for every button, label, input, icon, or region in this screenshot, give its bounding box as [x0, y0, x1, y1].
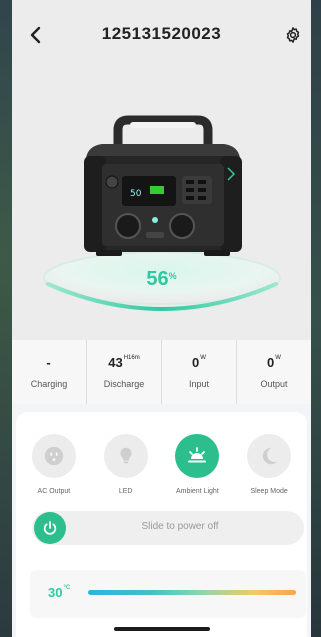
stat-value: 0W: [267, 355, 281, 370]
battery-percent: 56%: [12, 268, 311, 291]
battery-percent-value: 56: [146, 268, 169, 290]
mode-sleep-button[interactable]: [247, 434, 292, 478]
stat-input: 0W Input: [162, 340, 237, 404]
outlet-icon: [44, 446, 64, 466]
mode-buttons: AC Output LED Ambient Light Sleep Mode: [16, 434, 307, 495]
color-gradient-slider[interactable]: [88, 590, 296, 595]
settings-button[interactable]: [281, 23, 305, 47]
mode-sleep[interactable]: Sleep Mode: [236, 434, 302, 495]
stat-label: Charging: [30, 379, 68, 389]
backdrop-right: [311, 0, 321, 637]
power-slider-knob[interactable]: [34, 512, 66, 544]
mode-label: Sleep Mode: [250, 488, 288, 495]
stat-discharge: 43H16m Discharge: [87, 340, 162, 404]
mode-ac-output[interactable]: AC Output: [21, 434, 87, 495]
control-panel: AC Output LED Ambient Light Sleep Mode S…: [16, 412, 307, 637]
mode-led[interactable]: LED: [93, 434, 159, 495]
mode-ambient-light-button[interactable]: [175, 434, 220, 478]
gear-icon: [286, 27, 300, 43]
page-title: 125131520023: [101, 24, 222, 43]
top-bar: 125131520023: [12, 20, 311, 50]
mode-label: AC Output: [37, 488, 71, 495]
stats-row: - Charging 43H16m Discharge 0W Input 0W …: [12, 340, 311, 404]
device-hero: 125131520023 50 56%: [12, 0, 311, 340]
mode-label: LED: [118, 488, 133, 495]
svg-text:50: 50: [130, 189, 142, 199]
stat-label: Input: [188, 379, 210, 389]
backdrop-left: [0, 0, 12, 637]
power-icon: [43, 521, 57, 535]
ambient-light-card: 30°C: [30, 570, 306, 618]
stat-value: 0W: [192, 355, 206, 370]
mode-label: Ambient Light: [175, 488, 219, 495]
stat-output: 0W Output: [237, 340, 311, 404]
bulb-icon: [120, 447, 132, 464]
stat-value: 43H16m: [108, 355, 140, 370]
color-temperature: 30°C: [48, 585, 71, 600]
stat-label: Discharge: [103, 379, 145, 389]
sunrise-icon: [188, 447, 207, 463]
home-indicator: [114, 627, 210, 631]
mode-led-button[interactable]: [103, 434, 148, 478]
power-slider-label: Slide to power off: [141, 521, 219, 532]
battery-percent-unit: %: [168, 271, 177, 281]
moon-icon: [262, 447, 278, 465]
power-off-slider[interactable]: Slide to power off: [32, 511, 304, 545]
stat-label: Output: [260, 379, 288, 389]
mode-ambient-light[interactable]: Ambient Light: [164, 434, 230, 495]
stat-value: -: [46, 355, 51, 370]
stat-charging: - Charging: [12, 340, 87, 404]
power-station-image: 50: [84, 115, 242, 256]
app-screen: 125131520023 50 56% - Charging 43H16m Di…: [12, 0, 311, 637]
mode-ac-output-button[interactable]: [31, 434, 76, 478]
